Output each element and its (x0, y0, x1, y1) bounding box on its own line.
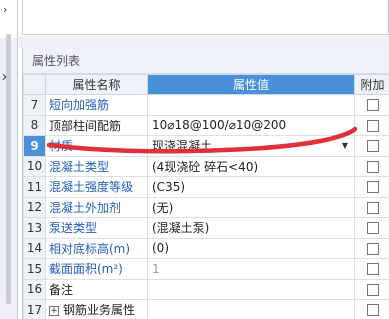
table-row[interactable]: 12 混凝土外加剂 (无) (23, 196, 389, 218)
row-add-cell (354, 217, 389, 239)
row-index: 11 (23, 176, 46, 198)
row-value[interactable] (147, 278, 355, 300)
row-add-cell (354, 94, 389, 116)
table-row[interactable]: 15 截面面积(m²) 1 (23, 258, 389, 280)
table-row[interactable]: 8 顶部柱间配筋 10⌀18@100/⌀10@200 (23, 114, 389, 136)
row-index: 12 (23, 196, 46, 218)
row-index: 17 (23, 299, 46, 319)
row-value[interactable]: (混凝土泵) (147, 217, 355, 239)
row-value[interactable]: (4现浇砼 碎石<40) (147, 155, 355, 177)
row-name-label: 截面面积(m²) (49, 262, 123, 277)
row-value[interactable]: (无) (147, 196, 355, 218)
top-panel (22, 0, 389, 35)
header-add[interactable]: 附加 (354, 74, 389, 95)
property-panel: 属性列表 属性名称 属性值 附加 7 短向加强筋 8 顶部柱间配筋 10⌀18@100/… (22, 48, 389, 319)
table-header-row: 属性名称 属性值 附加 (23, 74, 389, 95)
row-index: 13 (23, 217, 46, 239)
add-checkbox[interactable] (366, 181, 379, 194)
add-checkbox[interactable] (366, 283, 379, 296)
row-name: 相对底标高(m) (45, 237, 148, 259)
row-name: + 钢筋业务属性 (45, 299, 148, 319)
table-row[interactable]: 13 泵送类型 (混凝土泵) (23, 217, 389, 239)
row-index: 14 (23, 237, 46, 259)
row-name: 混凝土外加剂 (45, 196, 148, 218)
expand-icon[interactable]: + (49, 305, 59, 316)
row-index: 7 (23, 94, 46, 116)
table-row[interactable]: 9 材质 现浇混凝土 ▼ (23, 135, 389, 157)
row-index: 10 (23, 155, 46, 177)
row-name-label: 备注 (49, 282, 74, 297)
panel-title: 属性列表 (23, 48, 389, 74)
row-add-cell (354, 237, 389, 259)
row-name-label: 钢筋业务属性 (63, 303, 136, 318)
row-add-cell (354, 114, 389, 136)
row-add-cell (354, 155, 389, 177)
add-checkbox[interactable] (366, 263, 379, 276)
row-add-cell (354, 299, 389, 319)
row-name: 混凝土强度等级 (45, 176, 148, 198)
chevron-right-icon[interactable]: › (3, 3, 7, 16)
row-add-cell (354, 258, 389, 280)
row-value[interactable]: 现浇混凝土 ▼ (147, 135, 355, 157)
row-index: 8 (23, 114, 46, 136)
add-checkbox[interactable] (366, 242, 379, 255)
table-row[interactable]: 11 混凝土强度等级 (C35) (23, 176, 389, 198)
row-name: 备注 (45, 278, 148, 300)
row-add-cell (354, 176, 389, 198)
row-add-cell (354, 196, 389, 218)
table-row[interactable]: 7 短向加强筋 (23, 94, 389, 116)
row-name-label: 混凝土外加剂 (49, 200, 122, 215)
left-scrollbar[interactable] (6, 34, 11, 304)
table-row[interactable]: 14 相对底标高(m) (0) (23, 237, 389, 259)
row-name-label: 混凝土强度等级 (49, 180, 134, 195)
row-name-label: 相对底标高(m) (49, 241, 131, 256)
header-value[interactable]: 属性值 (147, 74, 355, 95)
row-value[interactable]: 1 (147, 258, 355, 280)
row-index: 9 (23, 135, 46, 157)
property-table: 属性名称 属性值 附加 7 短向加强筋 8 顶部柱间配筋 10⌀18@100/⌀10@2… (23, 74, 389, 319)
table-row[interactable]: 10 混凝土类型 (4现浇砼 碎石<40) (23, 155, 389, 177)
row-name-label: 顶部柱间配筋 (49, 118, 122, 133)
add-checkbox[interactable] (366, 201, 379, 214)
row-add-cell (354, 135, 389, 157)
row-name: 截面面积(m²) (45, 258, 148, 280)
header-name[interactable]: 属性名称 (45, 74, 148, 95)
row-value[interactable] (147, 94, 355, 116)
left-panel-strip: › x (0, 0, 18, 319)
row-name: 短向加强筋 (45, 94, 148, 116)
row-name: 材质 (45, 135, 148, 157)
add-checkbox[interactable] (366, 304, 379, 317)
add-checkbox[interactable] (366, 99, 379, 112)
dropdown-value: 现浇混凝土 (152, 139, 213, 154)
table-row[interactable]: 17 + 钢筋业务属性 (23, 299, 389, 319)
header-index (23, 74, 46, 95)
row-index: 16 (23, 278, 46, 300)
row-value[interactable]: (C35) (147, 176, 355, 198)
add-checkbox[interactable] (366, 160, 379, 173)
table-row[interactable]: 16 备注 (23, 278, 389, 300)
row-name-label: 短向加强筋 (49, 98, 110, 113)
add-checkbox[interactable] (366, 222, 379, 235)
row-add-cell (354, 278, 389, 300)
add-checkbox[interactable] (366, 119, 379, 132)
row-value[interactable]: (0) (147, 237, 355, 259)
row-name-label: 泵送类型 (49, 221, 98, 236)
row-name: 混凝土类型 (45, 155, 148, 177)
panel-splitter[interactable] (19, 36, 389, 48)
row-index: 15 (23, 258, 46, 280)
left-panel-top: › (0, 0, 17, 38)
row-name-label: 混凝土类型 (49, 159, 110, 174)
material-dropdown[interactable]: 现浇混凝土 ▼ (152, 137, 352, 154)
dropdown-arrow-icon[interactable]: ▼ (342, 141, 352, 150)
row-value[interactable]: 10⌀18@100/⌀10@200 (147, 114, 355, 136)
row-value[interactable] (147, 299, 355, 319)
row-name: 顶部柱间配筋 (45, 114, 148, 136)
row-name: 泵送类型 (45, 217, 148, 239)
row-name-label: 材质 (49, 139, 74, 154)
add-checkbox[interactable] (366, 140, 379, 153)
